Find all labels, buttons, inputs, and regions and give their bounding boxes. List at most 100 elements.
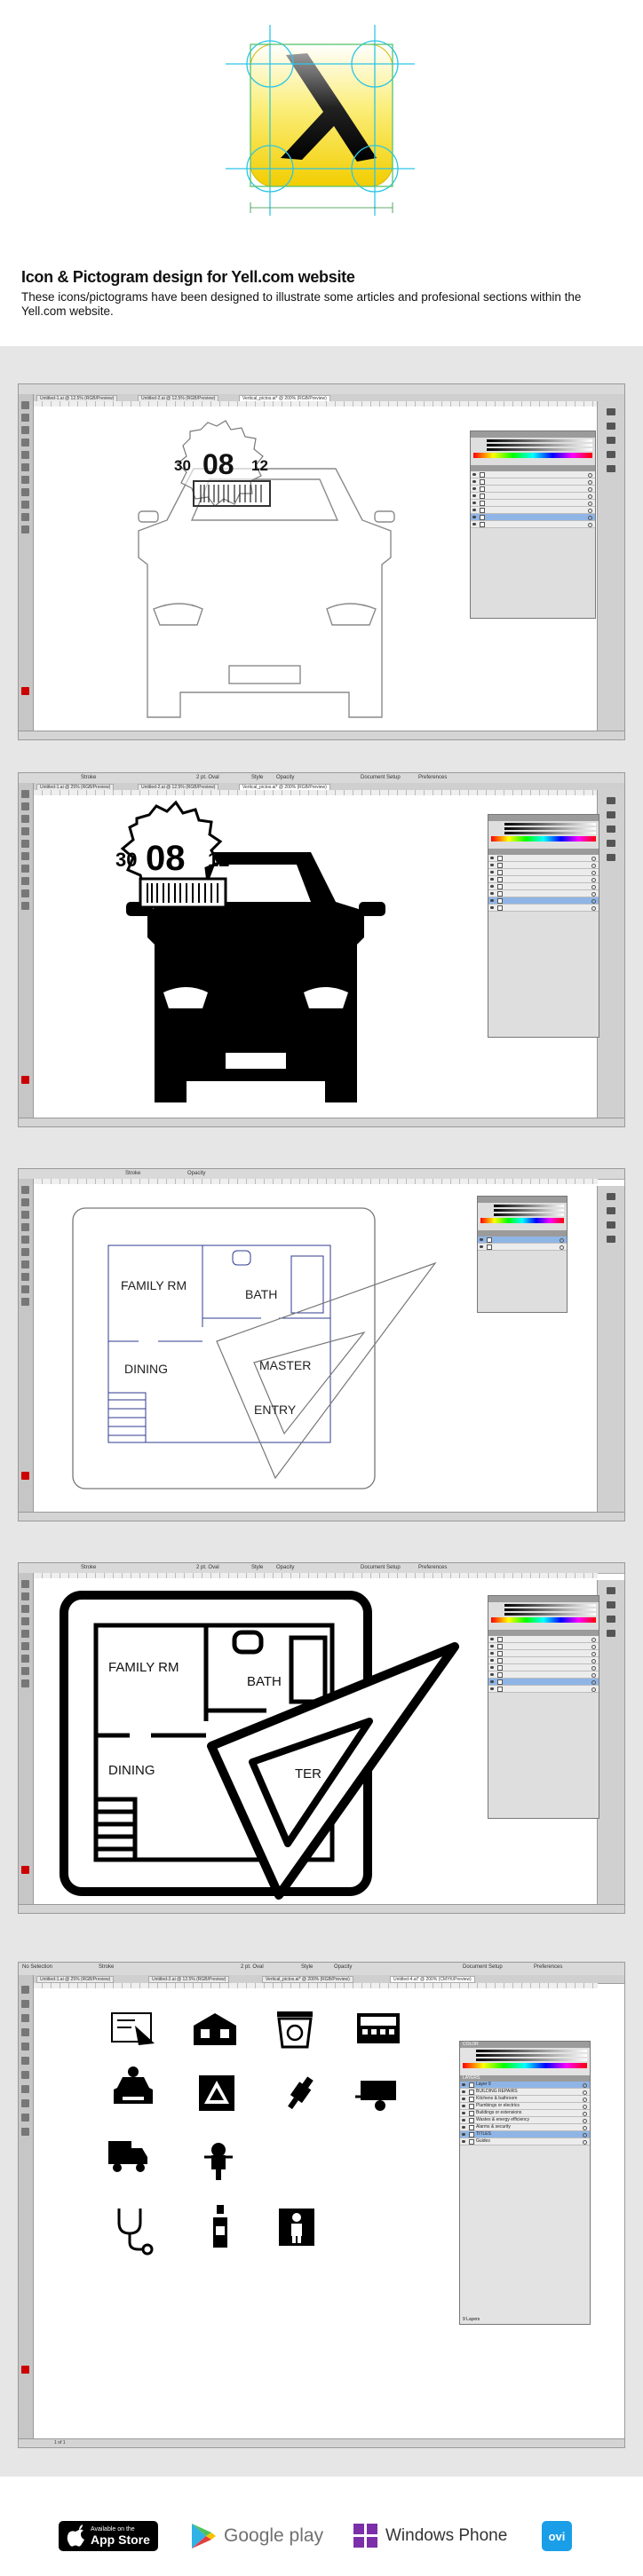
layer-row[interactable]	[471, 471, 595, 478]
selection-tool-icon[interactable]	[21, 1580, 29, 1588]
type-tool-icon[interactable]	[21, 2014, 29, 2022]
pen-tool-icon[interactable]	[21, 1592, 29, 1600]
type-tool-icon[interactable]	[21, 815, 29, 823]
layer-row[interactable]	[488, 855, 599, 862]
selection-tool-icon[interactable]	[21, 1186, 29, 1194]
selection-tool-icon[interactable]	[21, 401, 29, 409]
rotate-tool-icon[interactable]	[21, 1248, 29, 1256]
brushes-panel-icon[interactable]	[607, 1616, 615, 1623]
visibility-icon[interactable]	[462, 2140, 465, 2143]
layer-row[interactable]: Buildings or extensions	[460, 2110, 590, 2117]
rotate-tool-icon[interactable]	[21, 1642, 29, 1650]
layer-row[interactable]	[488, 1686, 599, 1693]
layer-row[interactable]	[488, 905, 599, 912]
color-spectrum[interactable]	[463, 2063, 587, 2068]
color-slider-b[interactable]	[476, 2058, 587, 2061]
gradient-tool-icon[interactable]	[21, 2085, 29, 2093]
gradient-tool-icon[interactable]	[21, 488, 29, 496]
tab-document-3[interactable]: Vertical_pictos.ai* @ 200% (RGB/Preview)	[262, 1976, 353, 1983]
layer-row[interactable]	[488, 1643, 599, 1650]
layer-row[interactable]: Wastes & energy efficiency	[460, 2117, 590, 2124]
eyedropper-tool-icon[interactable]	[21, 501, 29, 509]
gradient-tool-icon[interactable]	[21, 877, 29, 885]
eyedropper-tool-icon[interactable]	[21, 889, 29, 897]
layer-row[interactable]	[488, 1650, 599, 1657]
layer-row[interactable]	[478, 1237, 567, 1244]
layer-row[interactable]	[488, 890, 599, 897]
color-panel-icon[interactable]	[607, 408, 615, 415]
color-slider-g[interactable]	[494, 1209, 564, 1212]
color-slider-g[interactable]	[504, 827, 596, 830]
rotate-tool-icon[interactable]	[21, 2057, 29, 2065]
brush-dropdown[interactable]: 2 pt. Oval	[241, 1964, 264, 1970]
color-slider-g[interactable]	[487, 444, 592, 446]
layer-row[interactable]	[488, 869, 599, 876]
document-setup-button[interactable]: Document Setup	[361, 1565, 401, 1570]
pen-tool-icon[interactable]	[21, 1198, 29, 1206]
shape-tool-icon[interactable]	[21, 827, 29, 835]
preferences-button[interactable]: Preferences	[418, 1565, 447, 1570]
swatches-panel-icon[interactable]	[607, 1601, 615, 1608]
layer-row[interactable]	[488, 876, 599, 883]
visibility-icon[interactable]	[462, 2119, 465, 2122]
fill-swatch-icon[interactable]	[21, 1076, 29, 1084]
gradient-tool-icon[interactable]	[21, 1667, 29, 1675]
type-tool-icon[interactable]	[21, 1211, 29, 1219]
tab-document-2[interactable]: Untitled-2.ai @ 12.5% (RGB/Preview)	[148, 1976, 230, 1983]
shape-tool-icon[interactable]	[21, 1223, 29, 1231]
layer-row[interactable]	[488, 862, 599, 869]
layer-row[interactable]: Plumbings or electrics	[460, 2103, 590, 2110]
hand-tool-icon[interactable]	[21, 902, 29, 910]
target-icon[interactable]	[583, 2112, 587, 2116]
layer-row[interactable]	[488, 897, 599, 905]
shape-tool-icon[interactable]	[21, 2028, 29, 2036]
pen-tool-icon[interactable]	[21, 2000, 29, 2008]
rotate-tool-icon[interactable]	[21, 463, 29, 471]
color-slider-b[interactable]	[504, 1613, 596, 1616]
stroke-panel-icon[interactable]	[607, 465, 615, 472]
tab-document-1[interactable]: Untitled-1.ai @ 25% (RGB/Preview)	[36, 1976, 115, 1983]
swatches-panel-icon[interactable]	[607, 423, 615, 430]
tab-document-4[interactable]: Untitled-4.ai* @ 200% (CMYK/Preview)	[390, 1976, 475, 1983]
symbols-panel-icon[interactable]	[607, 840, 615, 847]
eyedropper-tool-icon[interactable]	[21, 2099, 29, 2107]
layer-row[interactable]: Alarms & security	[460, 2124, 590, 2131]
brush-tool-icon[interactable]	[21, 451, 29, 459]
fill-swatch-icon[interactable]	[21, 2366, 29, 2374]
color-spectrum[interactable]	[473, 453, 592, 458]
color-slider-b[interactable]	[494, 1213, 564, 1216]
stroke-panel-icon[interactable]	[607, 854, 615, 861]
target-icon[interactable]	[583, 2133, 587, 2137]
color-spectrum[interactable]	[491, 1617, 596, 1623]
color-panel-icon[interactable]	[607, 1587, 615, 1594]
pen-tool-icon[interactable]	[21, 414, 29, 422]
target-icon[interactable]	[583, 2126, 587, 2130]
selection-tool-icon[interactable]	[21, 790, 29, 798]
color-slider-g[interactable]	[476, 2054, 587, 2057]
ovi-store-badge[interactable]: ovi	[542, 2521, 572, 2551]
selection-tool-icon[interactable]	[21, 1986, 29, 1994]
fill-swatch-icon[interactable]	[21, 1472, 29, 1480]
type-tool-icon[interactable]	[21, 426, 29, 434]
shape-tool-icon[interactable]	[21, 1617, 29, 1625]
visibility-icon[interactable]	[462, 2105, 465, 2107]
color-slider-r[interactable]	[476, 2050, 587, 2052]
preferences-button[interactable]: Preferences	[534, 1964, 562, 1970]
app-store-badge[interactable]: Available on the App Store	[59, 2521, 158, 2551]
target-icon[interactable]	[583, 2098, 587, 2102]
gradient-tool-icon[interactable]	[21, 1273, 29, 1281]
color-spectrum[interactable]	[480, 1218, 564, 1223]
color-slider-r[interactable]	[504, 1604, 596, 1607]
color-slider-r[interactable]	[504, 823, 596, 826]
layer-row[interactable]: Guides	[460, 2138, 590, 2145]
visibility-icon[interactable]	[462, 2090, 465, 2093]
layer-row[interactable]	[488, 1636, 599, 1643]
layer-row[interactable]	[471, 521, 595, 528]
type-tool-icon[interactable]	[21, 1605, 29, 1613]
symbols-panel-icon[interactable]	[607, 451, 615, 458]
layer-row[interactable]	[488, 1671, 599, 1679]
pen-tool-icon[interactable]	[21, 802, 29, 810]
visibility-icon[interactable]	[462, 2083, 465, 2086]
brush-tool-icon[interactable]	[21, 840, 29, 848]
scale-tool-icon[interactable]	[21, 476, 29, 484]
